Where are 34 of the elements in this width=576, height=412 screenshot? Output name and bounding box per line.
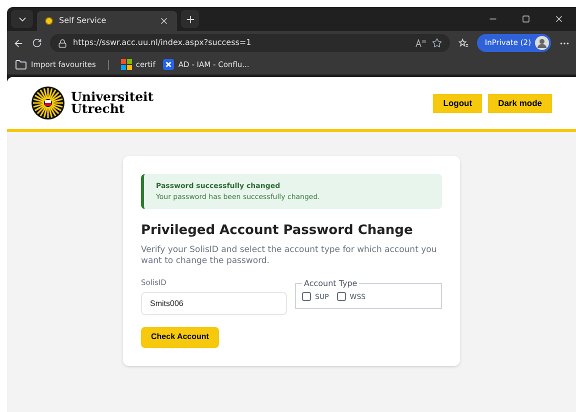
header-button[interactable]: Dark mode bbox=[488, 94, 552, 112]
tiles-icon bbox=[120, 59, 132, 70]
maximize-icon[interactable] bbox=[522, 15, 530, 23]
checkbox[interactable] bbox=[302, 292, 311, 302]
lock-icon bbox=[58, 38, 67, 48]
read-aloud-icon[interactable] bbox=[414, 38, 426, 48]
group-legend: Account Type bbox=[302, 278, 360, 290]
new-tab-button[interactable] bbox=[181, 10, 199, 28]
check-account-button[interactable]: Check Account bbox=[141, 326, 219, 348]
logo-text: Utrecht bbox=[71, 103, 125, 115]
tab-title: Self Service bbox=[59, 15, 108, 27]
close-window-icon[interactable] bbox=[554, 14, 564, 24]
tab-menu-button[interactable] bbox=[11, 10, 33, 28]
university-logo[interactable]: Universiteit Utrecht bbox=[31, 86, 154, 120]
checkbox[interactable] bbox=[336, 292, 346, 302]
url-text: https://sswr.acc.uu.nl/index.aspx?success=1 bbox=[73, 37, 252, 49]
avatar-icon bbox=[535, 36, 549, 50]
solisid-field[interactable]: Smits006 bbox=[141, 292, 287, 315]
folder-icon bbox=[15, 58, 27, 70]
sun-emblem-icon bbox=[31, 86, 65, 120]
form-title: Privileged Account Password Change bbox=[141, 222, 414, 240]
favicon-icon bbox=[45, 17, 53, 25]
star-icon[interactable] bbox=[432, 38, 442, 48]
browser-tab[interactable]: Self Service bbox=[37, 11, 177, 31]
address-bar[interactable]: https://sswr.acc.uu.nl/index.aspx?success=1 bbox=[50, 34, 450, 52]
plus-icon bbox=[184, 14, 196, 24]
x-icon bbox=[163, 59, 174, 70]
reload-icon[interactable] bbox=[32, 38, 42, 48]
close-icon[interactable] bbox=[159, 16, 169, 26]
favourites-icon[interactable] bbox=[458, 38, 469, 48]
header-button[interactable]: Logout bbox=[433, 94, 482, 112]
form-description: Verify your SolisID and select the account type for which account you want to change the password. bbox=[141, 244, 438, 266]
back-icon[interactable] bbox=[13, 38, 24, 48]
logo-text: Universiteit bbox=[71, 91, 154, 103]
